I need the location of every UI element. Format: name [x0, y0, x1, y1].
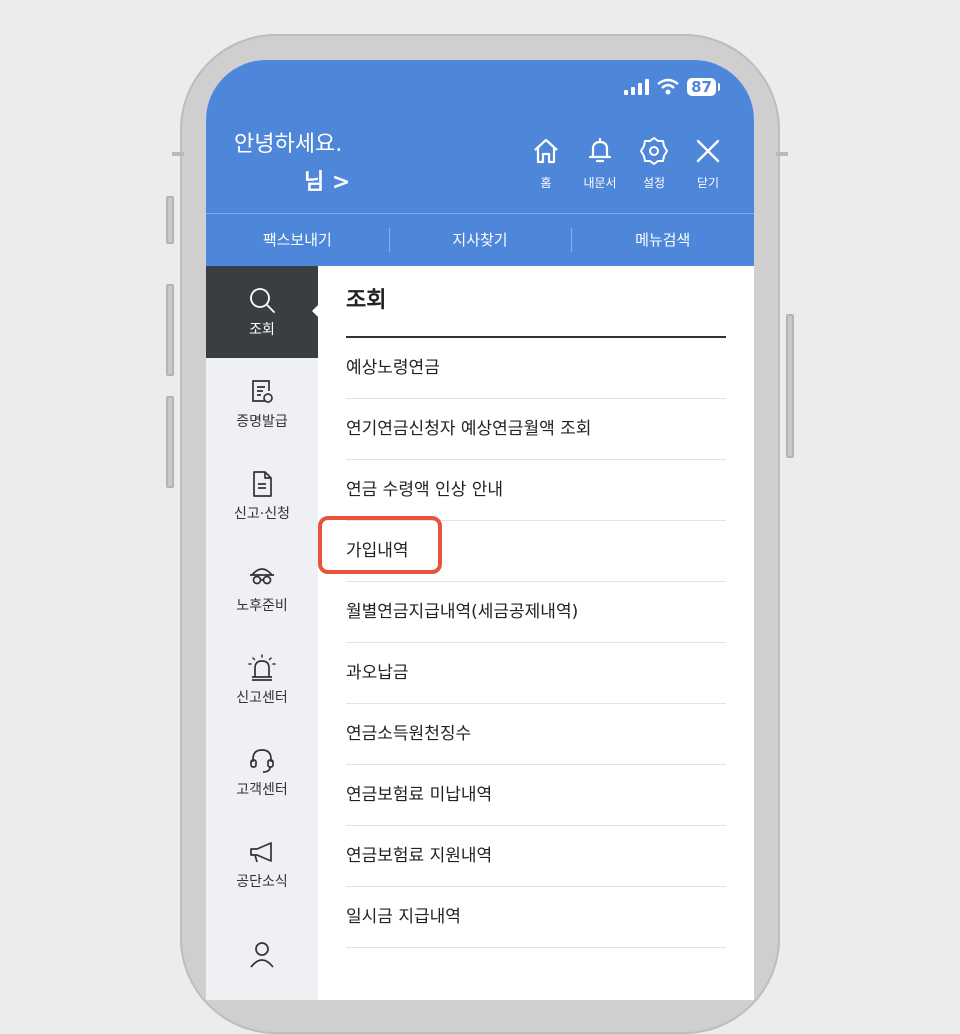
search-icon — [250, 288, 275, 313]
sidebar-item-label: 조회 — [249, 322, 275, 338]
sidebar-item-label: 증명발급 — [236, 414, 288, 430]
phone-screen: 87 안녕하세요. 님 > 홈 내문서 설정 닫기 팩스보내기 지사찾기 메뉴검… — [206, 60, 754, 1000]
menu-item-overpayment[interactable]: 과오납금 — [346, 643, 726, 704]
fax-send-link[interactable]: 팩스보내기 — [206, 214, 389, 267]
branch-finder-link[interactable]: 지사찾기 — [388, 214, 572, 267]
menu-item-monthly-payment-history[interactable]: 월별연금지급내역(세금공제내역) — [346, 582, 726, 643]
menu-item-deferred-pension-inquiry[interactable]: 연기연금신청자 예상연금월액 조회 — [346, 399, 726, 460]
sidebar-item-label: 신고센터 — [236, 690, 288, 706]
sidebar-item-label: 공단소식 — [236, 874, 288, 890]
settings-label: 설정 — [642, 176, 666, 190]
elderly-icon — [250, 568, 274, 585]
sidebar-item-news[interactable]: 공단소식 — [206, 818, 318, 910]
megaphone-icon — [250, 842, 272, 863]
user-profile-link[interactable]: 님 > — [304, 164, 350, 196]
certificate-icon — [252, 380, 273, 403]
side-button-volume-up — [166, 284, 174, 376]
document-icon — [253, 471, 272, 497]
greeting-text: 안녕하세요. — [234, 132, 343, 157]
close-icon — [696, 139, 720, 163]
sidebar-item-retirement[interactable]: 노후준비 — [206, 542, 318, 634]
home-button[interactable]: 홈 — [526, 136, 566, 191]
sidebar-item-report-apply[interactable]: 신고·신청 — [206, 450, 318, 542]
section-title: 조회 — [346, 266, 726, 338]
menu-content: 조회 예상노령연금 연기연금신청자 예상연금월액 조회 연금 수령액 인상 안내… — [346, 266, 726, 948]
highlight-box — [318, 516, 442, 574]
battery-indicator: 87 — [687, 78, 720, 96]
header-actions: 홈 내문서 설정 닫기 — [526, 136, 728, 191]
my-documents-button[interactable]: 내문서 — [580, 136, 620, 191]
sidebar: 조회 증명발급 신고·신청 노후준비 신고센터 고객센터 공단소식 — [206, 266, 319, 1000]
user-icon — [250, 942, 274, 968]
headset-icon — [250, 749, 274, 773]
home-label: 홈 — [540, 176, 552, 190]
menu-item-lump-sum-history[interactable]: 일시금 지급내역 — [346, 887, 726, 948]
menu-item-unpaid-premiums[interactable]: 연금보험료 미납내역 — [346, 765, 726, 826]
sidebar-item-customer-center[interactable]: 고객센터 — [206, 726, 318, 818]
sidebar-item-label: 고객센터 — [236, 782, 288, 798]
sidebar-item-inquiry[interactable]: 조회 — [206, 266, 319, 358]
app-header: 87 안녕하세요. 님 > 홈 내문서 설정 닫기 팩스보내기 지사찾기 메뉴검… — [206, 60, 754, 266]
bell-icon — [588, 137, 612, 163]
user-name-suffix: 님 > — [304, 170, 351, 195]
menu-item-premium-support[interactable]: 연금보험료 지원내역 — [346, 826, 726, 887]
siren-icon — [248, 654, 276, 681]
menu-search-link[interactable]: 메뉴검색 — [571, 214, 754, 267]
side-button-power — [786, 314, 794, 458]
sidebar-item-label: 노후준비 — [236, 598, 288, 614]
sidebar-item-my[interactable] — [206, 910, 318, 1000]
my-documents-label: 내문서 — [583, 176, 617, 190]
menu-item-expected-old-age-pension[interactable]: 예상노령연금 — [346, 338, 726, 399]
side-button-volume-down — [166, 396, 174, 488]
frame-antenna-left — [172, 152, 184, 156]
settings-button[interactable]: 설정 — [634, 136, 674, 191]
close-label: 닫기 — [696, 176, 720, 190]
wifi-icon — [657, 78, 679, 95]
sub-navigation: 팩스보내기 지사찾기 메뉴검색 — [206, 213, 754, 267]
sidebar-item-label: 신고·신청 — [234, 506, 290, 522]
sidebar-item-report-center[interactable]: 신고센터 — [206, 634, 318, 726]
gear-icon — [640, 137, 668, 165]
home-icon — [534, 138, 558, 164]
side-button-mute — [166, 196, 174, 244]
menu-item-pension-increase-info[interactable]: 연금 수령액 인상 안내 — [346, 460, 726, 521]
close-button[interactable]: 닫기 — [688, 136, 728, 191]
frame-antenna-right — [776, 152, 788, 156]
signal-icon — [624, 79, 650, 95]
sidebar-item-certificate[interactable]: 증명발급 — [206, 358, 318, 450]
menu-item-withholding-tax[interactable]: 연금소득원천징수 — [346, 704, 726, 765]
status-bar: 87 — [624, 78, 720, 96]
